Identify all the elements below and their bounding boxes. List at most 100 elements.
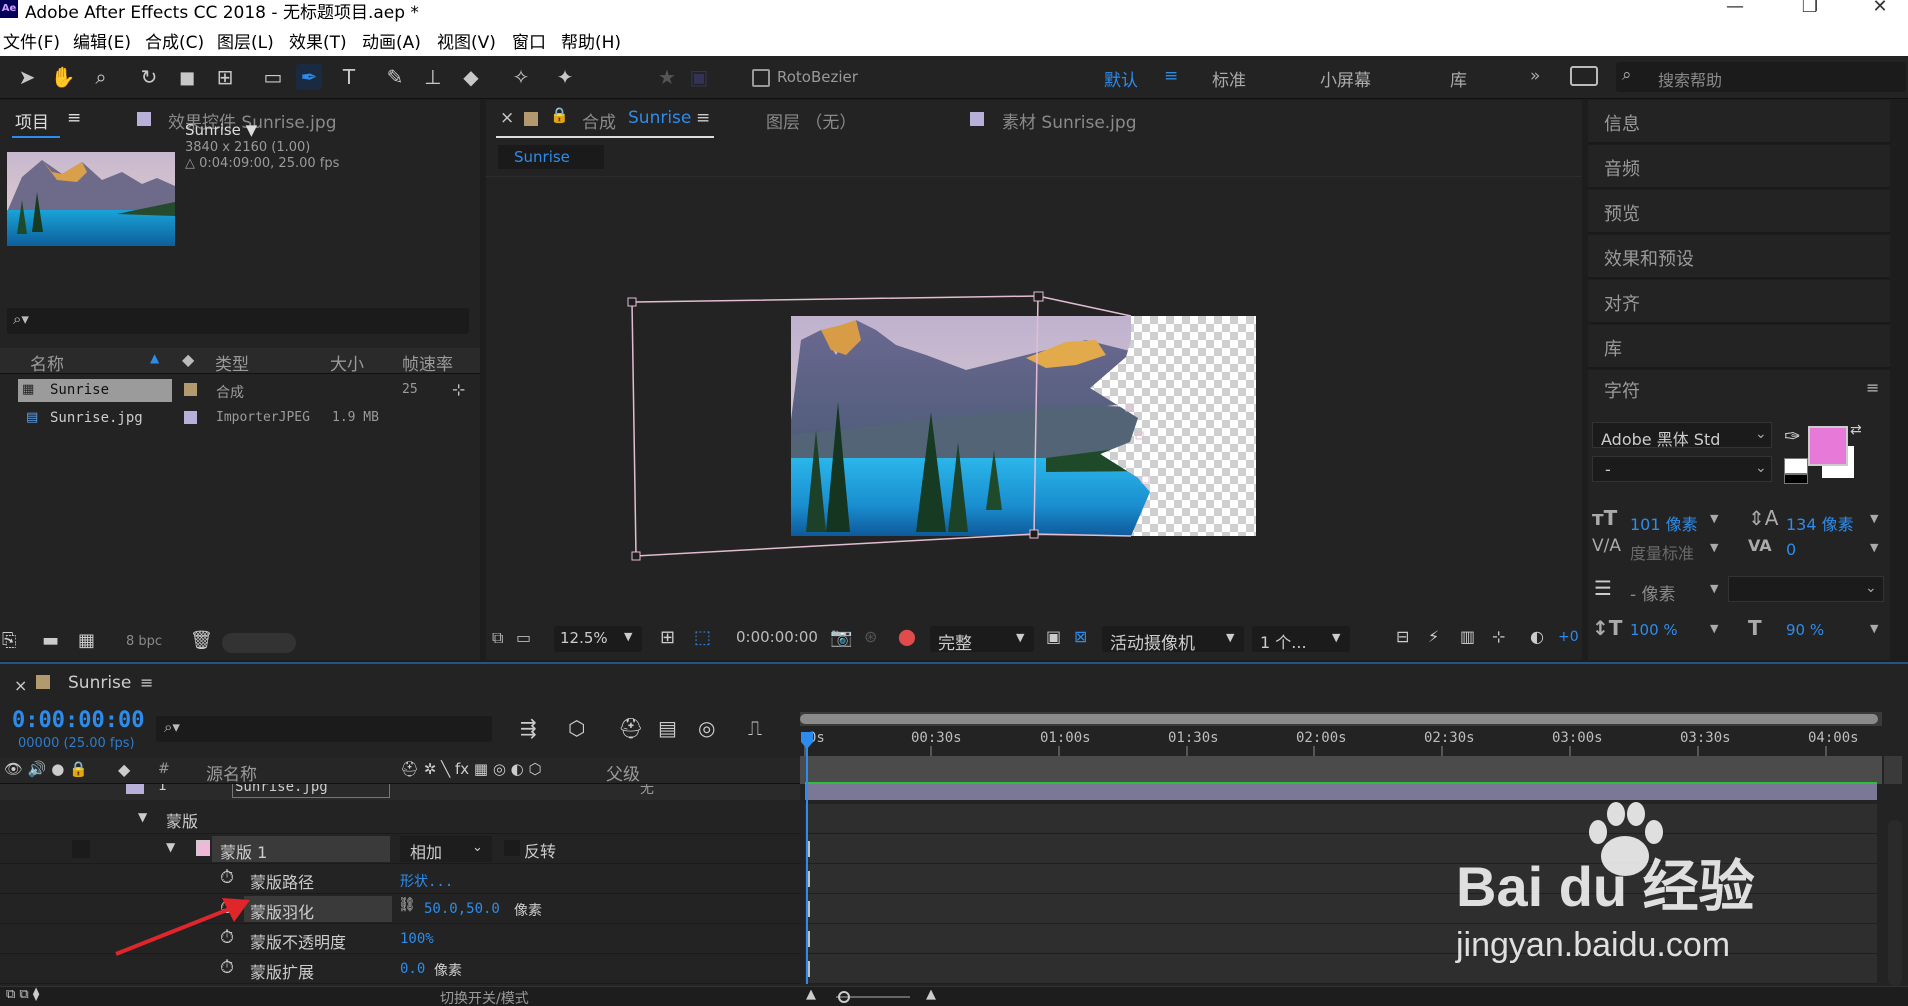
breadcrumb[interactable]: Sunrise — [498, 145, 604, 169]
stopwatch-icon[interactable]: ⏱ — [220, 957, 234, 978]
chevron-down-icon[interactable]: ▼ — [1870, 622, 1878, 635]
transform-handle[interactable] — [1029, 529, 1039, 539]
panel-libraries[interactable]: 库 — [1588, 325, 1890, 369]
clone-stamp-tool-icon[interactable]: ⊥ — [420, 64, 446, 90]
menu-help[interactable]: 帮助(H) — [561, 28, 621, 53]
label-tag-icon[interactable]: ◆ — [182, 350, 194, 369]
item-name[interactable]: Sunrise ▼ — [185, 121, 257, 139]
mask-path[interactable] — [1037, 295, 1132, 317]
puppet-pin-tool-icon[interactable]: ✦ — [552, 64, 578, 90]
horizontal-scale-value[interactable]: 90 % — [1786, 621, 1824, 639]
comp-duration-bar[interactable] — [800, 756, 1882, 784]
draft-3d-icon[interactable]: ⬡ — [568, 716, 585, 740]
zoom-tool-icon[interactable]: ⌕ — [88, 64, 114, 90]
font-family-dropdown[interactable]: Adobe 黑体 Std ⌄ — [1592, 422, 1772, 449]
workspace-more-icon[interactable]: » — [1530, 66, 1540, 86]
mask-name-field[interactable]: 蒙版 1 — [212, 836, 390, 862]
zoom-dropdown[interactable]: 12.5% ▼ — [554, 626, 642, 652]
tracking-value[interactable]: 0 — [1786, 540, 1796, 559]
chevron-down-icon[interactable]: ▼ — [1710, 512, 1718, 525]
parent-value[interactable]: 无 — [640, 784, 654, 798]
toggle-switches-modes[interactable]: 切换开关/模式 — [440, 988, 529, 1006]
brush-tool-icon[interactable]: ✎ — [382, 64, 408, 90]
pan-behind-tool-icon[interactable]: ⊞ — [212, 64, 238, 90]
col-size[interactable]: 大小 — [330, 350, 364, 375]
tab-menu-icon[interactable]: ≡ — [140, 673, 153, 692]
panel-audio[interactable]: 音频 — [1588, 145, 1890, 189]
transform-handle[interactable] — [1033, 291, 1044, 302]
exposure-value[interactable]: +0 — [1558, 629, 1579, 645]
rectangle-tool-icon[interactable]: ▭ — [260, 64, 286, 90]
layer-label-swatch[interactable] — [126, 784, 144, 794]
always-preview-icon[interactable]: ⧉ — [492, 628, 503, 648]
views-dropdown[interactable]: 1 个... ▼ — [1252, 626, 1350, 652]
show-snapshot-icon[interactable]: ⊛ — [864, 627, 877, 646]
label-color-swatch[interactable] — [184, 411, 197, 424]
new-folder-icon[interactable]: ▬ — [42, 630, 59, 651]
close-tab-icon[interactable]: × — [14, 676, 27, 695]
mask-visibility-icon[interactable]: ⬚ — [694, 627, 711, 648]
pen-tool-icon[interactable]: ✒ — [296, 64, 322, 90]
close-tab-icon[interactable]: × — [500, 108, 514, 128]
transform-handle[interactable] — [627, 297, 637, 307]
chevron-down-icon[interactable]: ▼ — [1870, 541, 1878, 554]
prop-value[interactable]: 100% — [400, 931, 434, 947]
list-item[interactable]: ▤ Sunrise.jpg ImporterJPEG 1.9 MB — [0, 406, 455, 430]
font-style-dropdown[interactable]: - ⌄ — [1592, 456, 1772, 482]
chevron-down-icon[interactable]: ▼ — [1710, 541, 1718, 554]
sync-settings-icon[interactable] — [1570, 66, 1598, 86]
comp-mini-flowchart-icon[interactable]: ⇶ — [520, 716, 537, 740]
motion-blur-icon[interactable]: ◎ — [698, 716, 715, 740]
av-features-icons[interactable]: 👁 🔊 ● 🔒 — [4, 760, 88, 778]
mask-mode-dropdown[interactable]: 相加 ⌄ — [400, 836, 492, 862]
panel-align[interactable]: 对齐 — [1588, 280, 1890, 324]
layer-duration-bar[interactable] — [805, 784, 1877, 800]
reset-exposure-icon[interactable]: ⊟ — [1396, 627, 1409, 646]
hand-tool-icon[interactable]: ✋ — [50, 64, 76, 90]
kerning-value[interactable]: 度量标准 — [1630, 540, 1694, 564]
playhead-line[interactable] — [806, 738, 808, 984]
breadcrumb-comp[interactable]: Sunrise — [514, 148, 570, 166]
vertical-scrollbar[interactable] — [1888, 820, 1902, 986]
menu-file[interactable]: 文件(F) — [3, 28, 60, 53]
flowchart-icon[interactable]: ⊹ — [452, 380, 465, 399]
workspace-standard[interactable]: 标准 — [1212, 66, 1246, 91]
monitor-icon[interactable]: ▭ — [516, 628, 531, 647]
label-color-swatch[interactable] — [184, 383, 197, 396]
chevron-down-icon[interactable]: ▼ — [1710, 622, 1718, 635]
prop-value[interactable]: 50.0,50.0 — [424, 901, 500, 917]
zoom-in-icon[interactable]: ▲ — [926, 987, 936, 1002]
panel-info[interactable]: 信息 — [1588, 100, 1890, 144]
font-size-value[interactable]: 101 像素 — [1630, 511, 1698, 535]
tab-menu-icon[interactable]: ≡ — [696, 108, 710, 128]
layer-name-field[interactable]: Sunrise.jpg — [232, 784, 390, 798]
switches-icons[interactable]: ⛑ ✲ ╲ fx ▦ ◎ ◐ ⬡ — [400, 760, 542, 778]
selection-tool-icon[interactable]: ➤ — [14, 64, 40, 90]
tab-comp-name[interactable]: Sunrise — [628, 108, 691, 128]
trash-icon[interactable]: 🗑 — [190, 630, 213, 651]
black-swatch[interactable] — [1784, 474, 1808, 484]
rotate-tool-icon[interactable]: ↻ — [136, 64, 162, 90]
exposure-icon[interactable]: ◐ — [1530, 627, 1544, 646]
eyedropper-icon[interactable]: ✑ — [1784, 424, 1801, 448]
prop-value[interactable]: 形状... — [400, 871, 453, 891]
chevron-down-icon[interactable]: ▼ — [1710, 582, 1718, 595]
mask-visibility-toggle[interactable] — [72, 840, 90, 858]
flowchart-icon[interactable]: ⊹ — [1492, 627, 1505, 646]
snapshot-icon[interactable]: 📷 — [830, 627, 852, 648]
transform-handle[interactable] — [631, 551, 641, 561]
stroke-width-value[interactable]: - 像素 — [1630, 580, 1676, 605]
menu-composition[interactable]: 合成(C) — [145, 28, 204, 53]
close-button[interactable]: ✕ — [1865, 0, 1895, 17]
col-type[interactable]: 类型 — [215, 350, 249, 375]
menu-animation[interactable]: 动画(A) — [362, 28, 421, 53]
timeline-icon[interactable]: ▥ — [1460, 627, 1475, 646]
stopwatch-icon[interactable]: ⏱ — [220, 867, 234, 888]
workspace-small-screen[interactable]: 小屏幕 — [1320, 66, 1371, 91]
col-parent[interactable]: 父级 — [606, 760, 640, 785]
star-icon[interactable]: ★ — [654, 64, 680, 90]
layer-search-input[interactable]: ⌕▾ — [156, 716, 492, 742]
mask-color-swatch[interactable] — [196, 840, 210, 856]
work-area-bar[interactable] — [800, 712, 1882, 726]
work-area-range[interactable] — [800, 714, 1878, 724]
